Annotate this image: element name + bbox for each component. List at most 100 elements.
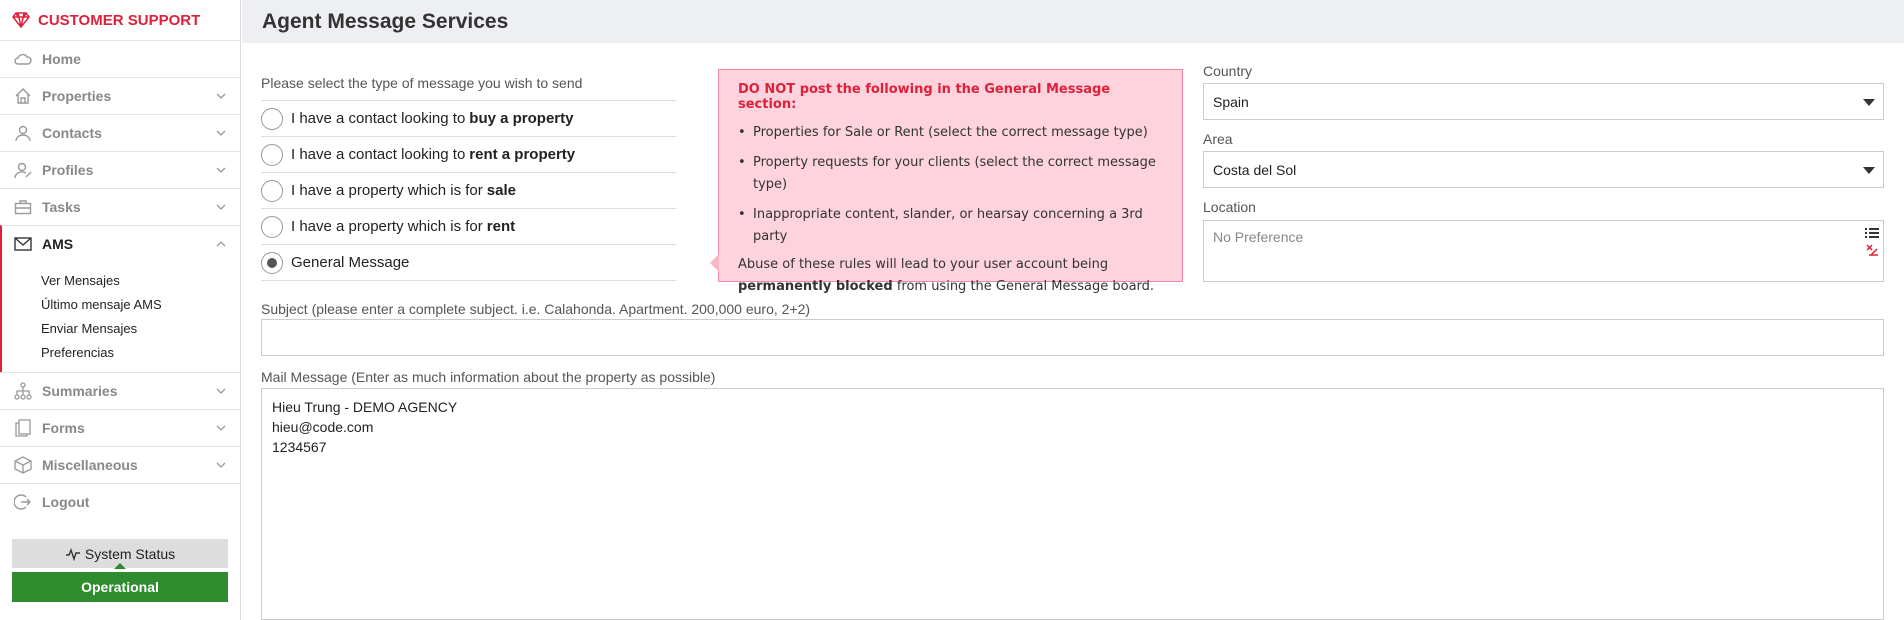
chevron-down-icon xyxy=(216,167,226,173)
option-bold: buy a property xyxy=(469,110,574,127)
logout-icon xyxy=(12,491,34,513)
option-property-for-sale[interactable]: I have a property which is for sale xyxy=(261,173,676,209)
sidebar-item-miscellaneous[interactable]: Miscellaneous xyxy=(0,446,240,483)
box-icon xyxy=(12,454,34,476)
list-icon[interactable] xyxy=(1865,227,1879,239)
chevron-down-icon xyxy=(216,462,226,468)
abuse-suffix: from using the General Message board. xyxy=(896,279,1155,294)
subject-input[interactable] xyxy=(261,319,1884,356)
warning-bullet: Property requests for your clients (sele… xyxy=(738,152,1164,196)
submenu-ultimo-mensaje[interactable]: Último mensaje AMS xyxy=(2,292,240,316)
abuse-prefix: Abuse of these rules will lead to your u… xyxy=(738,257,1109,272)
chevron-down-icon xyxy=(216,425,226,431)
chevron-down-icon xyxy=(216,204,226,210)
sidebar-item-label: AMS xyxy=(42,236,74,252)
diamond-icon xyxy=(12,12,30,28)
forms-icon xyxy=(12,417,34,439)
chevron-up-icon xyxy=(216,241,226,247)
warning-list: Properties for Sale or Rent (select the … xyxy=(738,122,1164,248)
country-value: Spain xyxy=(1213,93,1249,110)
page-header: Agent Message Services xyxy=(242,0,1904,43)
sidebar-item-profiles[interactable]: Profiles xyxy=(0,151,240,188)
location-actions xyxy=(1865,227,1879,257)
sidebar: CUSTOMER SUPPORT Home Properties Contact… xyxy=(0,0,241,620)
system-status-button[interactable]: System Status xyxy=(12,539,228,569)
ams-submenu: Ver Mensajes Último mensaje AMS Enviar M… xyxy=(0,262,240,372)
sidebar-item-tasks[interactable]: Tasks xyxy=(0,188,240,225)
system-status-label: System Status xyxy=(84,545,176,562)
area-select[interactable]: Costa del Sol xyxy=(1203,151,1884,188)
country-select[interactable]: Spain xyxy=(1203,83,1884,120)
briefcase-icon xyxy=(12,196,34,218)
cloud-icon xyxy=(12,48,34,70)
warning-abuse-text: Abuse of these rules will lead to your u… xyxy=(738,254,1164,298)
option-buy-property[interactable]: I have a contact looking to buy a propert… xyxy=(261,101,676,137)
sidebar-item-home[interactable]: Home xyxy=(0,40,240,77)
brand-label: CUSTOMER SUPPORT xyxy=(38,11,201,29)
message-type-options: I have a contact looking to buy a propert… xyxy=(261,100,676,281)
area-label: Area xyxy=(1203,131,1233,147)
message-line: hieu@code.com xyxy=(272,419,374,435)
profiles-icon xyxy=(12,159,34,181)
option-text: I have a contact looking to xyxy=(291,110,466,127)
caret-down-icon xyxy=(1863,98,1875,106)
sidebar-item-label: Miscellaneous xyxy=(42,457,138,473)
sitemap-icon xyxy=(12,380,34,402)
sidebar-item-label: Logout xyxy=(42,494,90,510)
location-field[interactable]: No Preference xyxy=(1203,220,1884,282)
sidebar-item-summaries[interactable]: Summaries xyxy=(0,372,240,409)
general-message-warning: DO NOT post the following in the General… xyxy=(710,69,1183,294)
page-title: Agent Message Services xyxy=(262,9,509,33)
message-line: 1234567 xyxy=(272,439,327,455)
sidebar-item-label: Properties xyxy=(42,88,112,104)
option-text: I have a property which is for xyxy=(291,218,483,235)
option-general-message[interactable]: General Message xyxy=(261,245,676,281)
area-value: Costa del Sol xyxy=(1213,161,1297,178)
status-notch xyxy=(114,563,126,569)
radio-button-selected[interactable] xyxy=(261,251,283,274)
message-textarea[interactable]: Hieu Trung - DEMO AGENCY hieu@code.com 1… xyxy=(261,388,1884,620)
chevron-down-icon xyxy=(216,93,226,99)
option-rent-property[interactable]: I have a contact looking to rent a proper… xyxy=(261,137,676,173)
sidebar-item-label: Summaries xyxy=(42,383,118,399)
radio-button[interactable] xyxy=(261,143,283,166)
brand[interactable]: CUSTOMER SUPPORT xyxy=(0,0,240,40)
status-badge: Operational xyxy=(12,572,228,602)
sidebar-item-ams[interactable]: AMS xyxy=(0,225,240,262)
message-line: Hieu Trung - DEMO AGENCY xyxy=(272,399,458,415)
pulse-icon xyxy=(65,547,80,561)
sidebar-item-label: Tasks xyxy=(42,199,81,215)
envelope-icon xyxy=(12,233,34,255)
warning-bullet: Properties for Sale or Rent (select the … xyxy=(738,122,1164,144)
submenu-preferencias[interactable]: Preferencias xyxy=(2,340,240,364)
option-bold: rent xyxy=(486,218,516,235)
sidebar-item-forms[interactable]: Forms xyxy=(0,409,240,446)
sidebar-item-label: Profiles xyxy=(42,162,94,178)
main-content: Please select the type of message you wi… xyxy=(242,43,1904,620)
abuse-bold: permanently blocked xyxy=(738,279,893,294)
radio-button[interactable] xyxy=(261,215,283,238)
warning-title: DO NOT post the following in the General… xyxy=(738,82,1111,112)
sidebar-item-logout[interactable]: Logout xyxy=(0,483,240,520)
sidebar-item-label: Contacts xyxy=(42,125,102,141)
country-label: Country xyxy=(1203,63,1253,79)
clear-icon[interactable] xyxy=(1865,243,1879,257)
radio-button[interactable] xyxy=(261,107,283,130)
caret-down-icon xyxy=(1863,166,1875,174)
sidebar-item-contacts[interactable]: Contacts xyxy=(0,114,240,151)
submenu-enviar-mensajes[interactable]: Enviar Mensajes xyxy=(2,316,240,340)
submenu-ver-mensajes[interactable]: Ver Mensajes xyxy=(2,268,240,292)
chevron-down-icon xyxy=(216,388,226,394)
sidebar-item-label: Forms xyxy=(42,420,85,436)
sidebar-item-label: Home xyxy=(42,51,81,67)
warning-bullet: Inappropriate content, slander, or hears… xyxy=(738,204,1164,248)
person-icon xyxy=(12,122,34,144)
option-text: General Message xyxy=(291,254,410,271)
sidebar-item-properties[interactable]: Properties xyxy=(0,77,240,114)
option-bold: rent a property xyxy=(469,146,576,163)
radio-button[interactable] xyxy=(261,179,283,202)
option-bold: sale xyxy=(486,182,516,199)
option-property-for-rent[interactable]: I have a property which is for rent xyxy=(261,209,676,245)
location-placeholder: No Preference xyxy=(1213,229,1304,245)
subject-label: Subject (please enter a complete subject… xyxy=(261,301,811,317)
